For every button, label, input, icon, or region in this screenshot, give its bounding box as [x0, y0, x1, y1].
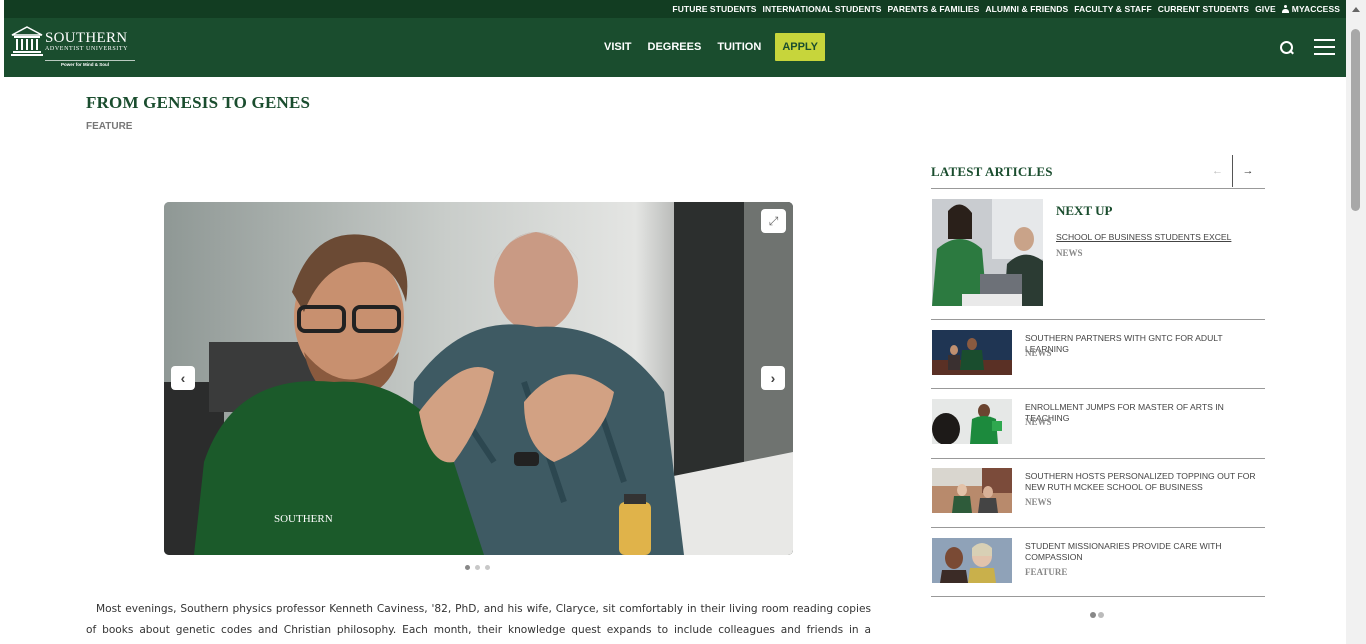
search-icon[interactable]: [1279, 40, 1295, 56]
slide-dot-2[interactable]: [475, 565, 480, 570]
myaccess-label: MYACCESS: [1291, 4, 1340, 14]
utility-link-alumni-friends[interactable]: ALUMNI & FRIENDS: [985, 4, 1068, 14]
next-up-title[interactable]: SCHOOL OF BUSINESS STUDENTS EXCEL: [1056, 232, 1231, 242]
article-category: NEWS: [1025, 497, 1052, 507]
slide-next-button[interactable]: ›: [761, 366, 785, 390]
fullscreen-expand-icon[interactable]: ⤢: [761, 209, 786, 233]
logo-tagline: Power for Mind & Soul: [61, 62, 109, 67]
page: FUTURE STUDENTS INTERNATIONAL STUDENTS P…: [4, 0, 1346, 644]
svg-text:SOUTHERN: SOUTHERN: [274, 513, 333, 525]
sidebar-page-indicators: [1090, 612, 1104, 618]
article-thumbnail: [932, 330, 1012, 375]
article-thumbnail: [932, 468, 1012, 513]
sidebar-page-dot-2[interactable]: [1098, 612, 1104, 618]
sidebar-divider: [931, 527, 1265, 528]
latest-next-arrow-icon[interactable]: →: [1233, 155, 1263, 187]
sidebar-divider: [931, 319, 1265, 320]
sidebar-divider: [931, 188, 1265, 189]
article-body: Most evenings, Southern physics professo…: [86, 603, 871, 636]
article-category: FEATURE: [86, 121, 133, 132]
next-up-category: NEWS: [1056, 248, 1083, 258]
article-title: SOUTHERN HOSTS PERSONALIZED TOPPING OUT …: [1025, 471, 1256, 492]
main-nav: SOUTHERN ADVENTIST UNIVERSITY Power for …: [4, 18, 1346, 77]
utility-links: FUTURE STUDENTS INTERNATIONAL STUDENTS P…: [672, 0, 1340, 18]
article-slideshow[interactable]: SOUTHERN ⤢ ‹ ›: [164, 202, 793, 555]
next-up-thumbnail: [932, 199, 1043, 306]
apply-button[interactable]: APPLY: [775, 33, 825, 61]
slide-dot-1[interactable]: [465, 565, 470, 570]
list-item[interactable]: ENROLLMENT JUMPS FOR MASTER OF ARTS IN T…: [932, 399, 1265, 445]
article-category: NEWS: [1025, 348, 1052, 358]
sidebar-divider: [931, 596, 1265, 597]
nav-degrees[interactable]: DEGREES: [640, 33, 710, 61]
scroll-up-arrow-icon[interactable]: [1352, 7, 1360, 12]
slide-photo: SOUTHERN: [164, 202, 793, 555]
sidebar-divider: [931, 458, 1265, 459]
primary-nav: VISIT DEGREES TUITION APPLY: [596, 33, 825, 61]
latest-prev-arrow-icon[interactable]: ←: [1203, 155, 1233, 187]
list-item[interactable]: SOUTHERN PARTNERS WITH GNTC FOR ADULT LE…: [932, 330, 1265, 376]
utility-link-faculty-staff[interactable]: FACULTY & STAFF: [1074, 4, 1152, 14]
utility-link-current-students[interactable]: CURRENT STUDENTS: [1158, 4, 1249, 14]
article-title: FROM GENESIS TO GENES: [86, 93, 311, 112]
article-thumbnail: [932, 538, 1012, 583]
myaccess-link[interactable]: MYACCESS: [1281, 4, 1340, 14]
article-category: FEATURE: [1025, 567, 1068, 577]
list-item[interactable]: STUDENT MISSIONARIES PROVIDE CARE WITH C…: [932, 538, 1265, 584]
sidebar-page-dot-1[interactable]: [1090, 612, 1096, 618]
article-thumbnail: [932, 399, 1012, 444]
slide-indicators: [465, 565, 490, 570]
utility-bar: FUTURE STUDENTS INTERNATIONAL STUDENTS P…: [4, 0, 1346, 18]
utility-link-international-students[interactable]: INTERNATIONAL STUDENTS: [763, 4, 882, 14]
slide-dot-3[interactable]: [485, 565, 490, 570]
sidebar-divider: [931, 388, 1265, 389]
logo-divider: [45, 60, 135, 61]
latest-articles-nav: ← →: [1203, 155, 1263, 187]
nav-tuition[interactable]: TUITION: [709, 33, 769, 61]
logo-wordmark: SOUTHERN ADVENTIST UNIVERSITY: [45, 31, 128, 53]
slide-prev-button[interactable]: ‹: [171, 366, 195, 390]
article-title: SOUTHERN PARTNERS WITH GNTC FOR ADULT LE…: [1025, 333, 1223, 354]
utility-link-future-students[interactable]: FUTURE STUDENTS: [672, 4, 756, 14]
hamburger-menu-icon[interactable]: [1314, 39, 1335, 55]
article-title: ENROLLMENT JUMPS FOR MASTER OF ARTS IN T…: [1025, 402, 1224, 423]
person-icon: [1281, 5, 1289, 13]
article-category: NEWS: [1025, 417, 1052, 427]
logo-name: SOUTHERN: [45, 30, 128, 46]
building-logo-icon: [11, 26, 43, 56]
university-logo[interactable]: SOUTHERN ADVENTIST UNIVERSITY Power for …: [11, 24, 136, 70]
article-title: STUDENT MISSIONARIES PROVIDE CARE WITH C…: [1025, 541, 1222, 562]
logo-subname: ADVENTIST UNIVERSITY: [45, 46, 129, 52]
utility-link-give[interactable]: GIVE: [1255, 4, 1276, 14]
latest-articles-heading: LATEST ARTICLES: [931, 164, 1053, 179]
page-scrollbar[interactable]: [1346, 0, 1366, 644]
list-item[interactable]: SOUTHERN HOSTS PERSONALIZED TOPPING OUT …: [932, 468, 1265, 514]
scrollbar-thumb[interactable]: [1351, 29, 1360, 211]
next-up-label: NEXT UP: [1056, 203, 1113, 218]
utility-link-parents-families[interactable]: PARENTS & FAMILIES: [888, 4, 980, 14]
nav-visit[interactable]: VISIT: [596, 33, 640, 61]
